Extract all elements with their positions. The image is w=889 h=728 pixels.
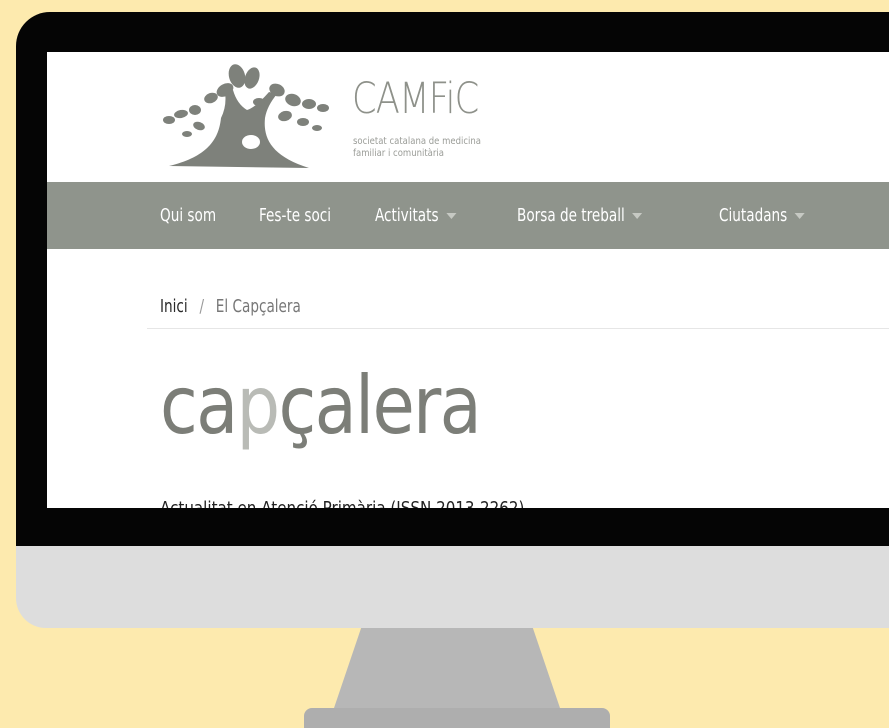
nav-item-label: Fes-te soci <box>259 205 332 226</box>
breadcrumb: Inici / El Capçalera <box>160 294 301 320</box>
website-screen: CAMFiC societat catalana de medicina fam… <box>47 52 889 508</box>
page-title-part2: p <box>236 359 281 452</box>
nav-item-qui-som[interactable]: Qui som <box>160 204 216 228</box>
nav-item-borsa-de-treball[interactable]: Borsa de treball <box>517 204 643 228</box>
caret-down-icon <box>794 213 805 219</box>
monitor-stand-neck <box>334 628 560 708</box>
page-title: capçalera <box>160 366 482 446</box>
breadcrumb-current: El Capçalera <box>215 296 301 317</box>
monitor-stand-base <box>304 708 610 728</box>
nav-item-activitats[interactable]: Activitats <box>375 204 457 228</box>
breadcrumb-divider <box>147 328 889 329</box>
tree-logo-icon[interactable] <box>159 56 337 172</box>
caret-down-icon <box>446 213 457 219</box>
nav-item-label: Borsa de treball <box>517 205 625 226</box>
logo-title[interactable]: CAMFiC <box>352 78 479 121</box>
nav-item-fes-te-soci[interactable]: Fes-te soci <box>259 204 331 228</box>
page-title-part3: çalera <box>278 359 482 452</box>
nav-item-label: Ciutadans <box>719 205 788 226</box>
logo-tagline: societat catalana de medicina familiar i… <box>353 136 523 160</box>
caret-down-icon <box>632 213 643 219</box>
breadcrumb-separator: / <box>199 296 205 317</box>
nav-item-ciutadans[interactable]: Ciutadans <box>719 204 805 228</box>
nav-item-label: Activitats <box>375 205 439 226</box>
main-navigation: Qui som Fes-te soci Activitats Borsa de … <box>47 182 889 249</box>
breadcrumb-home-link[interactable]: Inici <box>160 296 188 317</box>
logo-tagline-line1: societat catalana de medicina <box>353 136 481 147</box>
nav-item-label: Qui som <box>160 205 217 226</box>
page-title-part1: ca <box>160 359 238 452</box>
logo-tagline-line2: familiar i comunitària <box>353 148 444 159</box>
subtitle-text: Actualitat en Atenció Primària (ISSN 201… <box>160 498 524 508</box>
monitor-chin <box>16 546 889 628</box>
